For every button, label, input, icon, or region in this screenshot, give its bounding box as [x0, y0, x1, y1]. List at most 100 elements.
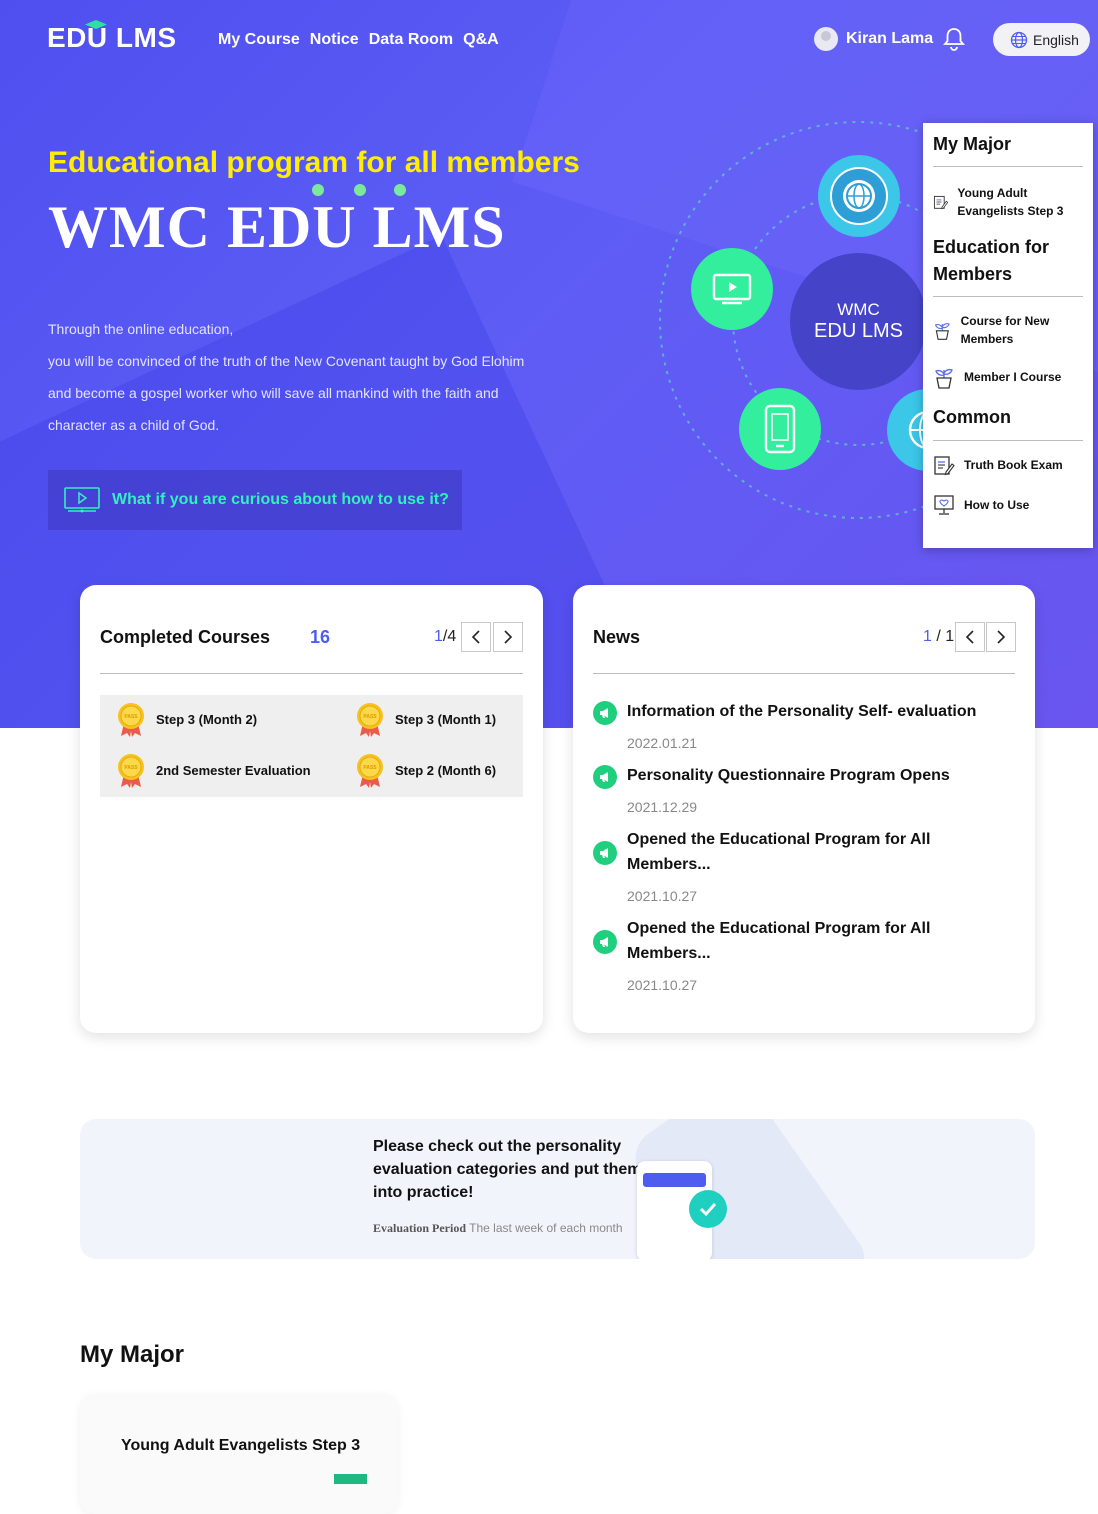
news-item-date: 2021.10.27	[627, 888, 698, 904]
center-circle: WMC EDU LMS	[790, 253, 927, 390]
plant-icon	[934, 323, 950, 340]
my-major-card[interactable]: Young Adult Evangelists Step 3	[80, 1394, 398, 1514]
hero-title: WMC EDU LMS	[48, 194, 506, 260]
how-to-use-button[interactable]: What if you are curious about how to use…	[48, 470, 462, 530]
divider	[933, 440, 1083, 441]
quick-item-member-i[interactable]: Member I Course	[933, 364, 1083, 390]
document-edit-icon	[933, 195, 949, 210]
completed-label: Step 3 (Month 1)	[395, 711, 497, 727]
news-pagination: 1 / 1	[923, 628, 955, 645]
divider	[593, 673, 1015, 674]
desc-line: you will be convinced of the truth of th…	[48, 353, 525, 369]
top-navigation: EDU LMS My Course Notice Data Room Q&A K…	[0, 0, 1098, 80]
plant-icon	[935, 368, 953, 389]
prev-button[interactable]	[955, 622, 985, 652]
prev-button[interactable]	[461, 622, 491, 652]
section-common: Common	[933, 407, 1011, 427]
logo-text: EDU LMS	[47, 22, 177, 53]
news-item-title[interactable]: Opened the Educational Program for All M…	[627, 827, 967, 877]
nav-notice[interactable]: Notice	[310, 31, 359, 49]
quick-item-label: Truth Book Exam	[964, 458, 1063, 472]
news-title: News	[593, 627, 641, 647]
monitor-play-icon	[64, 487, 100, 513]
completed-item[interactable]: PASS Step 2 (Month 6)	[355, 752, 496, 788]
quick-item-young-adult[interactable]: Young Adult Evangelists Step 3	[933, 184, 1083, 220]
svg-text:PASS: PASS	[363, 714, 377, 720]
bell-icon[interactable]	[943, 27, 966, 51]
megaphone-icon	[593, 765, 617, 789]
user-name[interactable]: Kiran Lama	[846, 30, 933, 48]
quick-menu-panel: My Major Young Adult Evangelists Step 3 …	[923, 123, 1093, 548]
desc-line: Through the online education,	[48, 321, 234, 337]
completed-list: PASS Step 3 (Month 2) PASS Step 3 (Month…	[100, 695, 523, 797]
completed-item[interactable]: PASS Step 3 (Month 1)	[355, 701, 496, 737]
mobile-icon	[739, 388, 821, 470]
page-total: 1	[945, 628, 955, 645]
hero-tagline: Educational program for all members	[48, 146, 580, 179]
nav-qna[interactable]: Q&A	[463, 31, 499, 49]
period-value: The last week of each month	[469, 1221, 623, 1235]
quick-item-truth-book[interactable]: Truth Book Exam	[933, 454, 1083, 476]
period-label: Evaluation Period	[373, 1221, 467, 1235]
avatar[interactable]	[814, 27, 838, 51]
page-current: 1	[923, 628, 932, 645]
how-to-use-label: What if you are curious about how to use…	[112, 491, 449, 508]
completed-item[interactable]: PASS Step 3 (Month 2)	[116, 701, 257, 737]
pass-medal-icon: PASS	[118, 703, 144, 737]
language-label: English	[1033, 31, 1079, 48]
quick-item-new-members[interactable]: Course for New Members	[933, 312, 1083, 348]
section-education: Education for Members	[933, 237, 1049, 284]
completed-count: 16	[310, 627, 331, 647]
center-label-2: EDU LMS	[814, 320, 903, 342]
completed-item[interactable]: PASS 2nd Semester Evaluation	[116, 752, 311, 788]
pass-medal-icon: PASS	[357, 754, 383, 788]
next-button[interactable]	[493, 622, 523, 652]
news-item-date: 2021.12.29	[627, 799, 698, 815]
nav-data-room[interactable]: Data Room	[369, 31, 453, 49]
center-label-1: WMC	[837, 300, 880, 319]
check-icon	[689, 1190, 727, 1228]
site-logo[interactable]: EDU LMS	[47, 20, 177, 54]
nav-my-course[interactable]: My Course	[218, 31, 300, 49]
chevron-right-icon	[504, 630, 513, 644]
news-item-title[interactable]: Opened the Educational Program for All M…	[627, 916, 967, 966]
page-total: 4	[447, 628, 457, 645]
news-item-date: 2022.01.21	[627, 735, 698, 751]
globe-icon	[1010, 31, 1028, 48]
quick-item-label: Member I Course	[964, 370, 1062, 384]
page-current: 1	[434, 628, 443, 645]
quick-item-label: How to Use	[964, 498, 1030, 512]
svg-text:PASS: PASS	[363, 765, 377, 771]
news-item-title[interactable]: Personality Questionnaire Program Opens	[627, 763, 1017, 788]
my-major-course-title: Young Adult Evangelists Step 3	[121, 1437, 361, 1454]
completed-title: Completed Courses	[100, 627, 271, 647]
personality-banner[interactable]: Please check out the personality evaluat…	[80, 1119, 1035, 1259]
progress-indicator	[334, 1474, 367, 1484]
quick-item-how-to-use[interactable]: How to Use	[933, 494, 1083, 516]
completed-courses-card: Completed Courses 16 1/4 PASS Step 3 (Mo…	[80, 585, 543, 1033]
divider	[933, 296, 1083, 297]
language-selector[interactable]: English	[993, 23, 1090, 56]
pass-medal-icon: PASS	[118, 754, 144, 788]
evaluation-period: Evaluation Period The last week of each …	[373, 1221, 623, 1236]
pass-medal-icon: PASS	[357, 703, 383, 737]
svg-text:PASS: PASS	[124, 714, 138, 720]
video-icon	[691, 248, 773, 330]
news-item-date: 2021.10.27	[627, 977, 698, 993]
chevron-left-icon	[471, 630, 480, 644]
completed-label: Step 3 (Month 2)	[156, 711, 258, 727]
completed-pagination: 1/4	[434, 628, 457, 645]
chevron-left-icon	[965, 630, 974, 644]
megaphone-icon	[593, 841, 617, 865]
document-edit-icon	[934, 456, 955, 476]
divider	[933, 166, 1083, 167]
hero-description: Through the online education, you will b…	[48, 313, 524, 441]
svg-text:PASS: PASS	[124, 765, 138, 771]
news-item-title[interactable]: Information of the Personality Self- eva…	[627, 699, 1017, 724]
completed-label: Step 2 (Month 6)	[395, 762, 497, 778]
next-button[interactable]	[986, 622, 1016, 652]
desc-line: and become a gospel worker who will save…	[48, 385, 499, 401]
user-area: Kiran Lama	[814, 27, 966, 51]
quick-item-label: Course for New Members	[960, 314, 1050, 346]
desc-line: character as a child of God.	[48, 417, 220, 433]
